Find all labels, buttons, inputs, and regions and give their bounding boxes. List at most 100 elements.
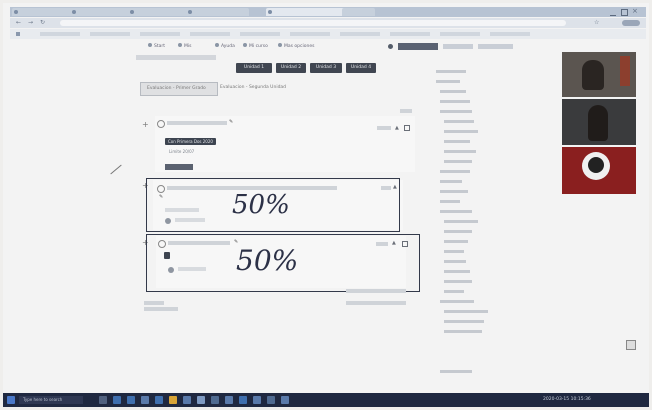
nav-link[interactable]: Start <box>148 42 165 51</box>
bookmark-item[interactable] <box>90 32 130 36</box>
app-icon[interactable] <box>183 396 191 404</box>
sidebar-item[interactable] <box>440 190 468 193</box>
sidebar-item[interactable] <box>444 280 472 283</box>
taskbar-search[interactable]: Type here to search <box>19 396 83 404</box>
app-icon[interactable] <box>113 396 121 404</box>
maximize-icon[interactable] <box>621 9 628 16</box>
app-icon[interactable] <box>127 396 135 404</box>
nav-link[interactable]: Mis <box>178 42 191 51</box>
activity-action-button[interactable] <box>165 164 193 170</box>
sidebar-item[interactable] <box>444 260 466 263</box>
nav-link[interactable]: Mas opciones <box>278 42 314 51</box>
sidebar-item[interactable] <box>440 370 472 373</box>
sidebar-item[interactable] <box>440 300 474 303</box>
video-tile[interactable] <box>562 147 636 194</box>
bookmark-item[interactable] <box>140 32 180 36</box>
nav-link[interactable]: Ayuda <box>215 42 235 51</box>
settings-gear-icon[interactable] <box>388 44 393 49</box>
checkbox-icon[interactable] <box>404 125 410 131</box>
bookmark-item[interactable] <box>440 32 480 36</box>
app-icon[interactable] <box>211 396 219 404</box>
bookmark-item[interactable] <box>240 32 280 36</box>
sidebar-item[interactable] <box>444 140 470 143</box>
sidebar-item[interactable] <box>444 270 470 273</box>
video-tile[interactable] <box>562 52 636 97</box>
close-icon[interactable]: × <box>632 7 638 15</box>
edit-icon[interactable]: ✎ <box>229 119 233 125</box>
bookmark-item[interactable] <box>40 32 80 36</box>
sidebar-item[interactable] <box>440 200 460 203</box>
sidebar-item[interactable] <box>444 290 464 293</box>
sidebar-item[interactable] <box>440 170 470 173</box>
nav-link[interactable]: Mi curso <box>243 42 268 51</box>
sidebar-item[interactable] <box>436 80 460 83</box>
sidebar-item[interactable] <box>444 240 468 243</box>
bookmark-item[interactable] <box>340 32 380 36</box>
edit-menu-link[interactable] <box>377 126 391 130</box>
browser-tab-active[interactable] <box>266 8 347 16</box>
url-field[interactable] <box>60 20 566 26</box>
plus-icon[interactable]: + <box>142 120 149 129</box>
bookmark-item[interactable] <box>490 32 530 36</box>
sidebar-item[interactable] <box>440 180 462 183</box>
activity-title[interactable] <box>167 121 227 125</box>
sidebar-item[interactable] <box>436 70 466 73</box>
app-icon[interactable] <box>267 396 275 404</box>
app-icon[interactable] <box>197 396 205 404</box>
back-icon[interactable]: ← <box>16 19 21 26</box>
unit-tab-2[interactable]: Unidad 2 <box>276 63 306 73</box>
video-tile[interactable] <box>562 99 636 145</box>
unit-tab-3[interactable]: Unidad 3 <box>310 63 342 73</box>
prev-section-name[interactable] <box>144 307 178 311</box>
user-menu-button[interactable] <box>398 43 438 50</box>
app-icon[interactable] <box>281 396 289 404</box>
browser-tab[interactable] <box>128 8 191 16</box>
minimize-icon[interactable] <box>610 9 616 16</box>
sidebar-item[interactable] <box>444 160 472 163</box>
star-icon[interactable]: ☆ <box>594 19 599 26</box>
sidebar-item[interactable] <box>444 250 464 253</box>
section-edit-link[interactable] <box>400 109 412 113</box>
bookmark-item[interactable] <box>290 32 330 36</box>
folder-icon[interactable] <box>169 396 177 404</box>
restrict-access-link[interactable] <box>346 289 406 293</box>
task-view-icon[interactable] <box>99 396 107 404</box>
bookmark-item[interactable] <box>190 32 230 36</box>
sidebar-item[interactable] <box>440 110 472 113</box>
browser-tab[interactable] <box>186 8 249 16</box>
sidebar-item[interactable] <box>444 320 484 323</box>
app-icon[interactable] <box>239 396 247 404</box>
prev-section-link[interactable] <box>144 301 164 305</box>
sidebar-item[interactable] <box>440 90 466 93</box>
new-tab-button[interactable] <box>342 8 375 16</box>
app-icon[interactable] <box>225 396 233 404</box>
next-section-link[interactable] <box>346 301 406 305</box>
reload-icon[interactable]: ↻ <box>40 19 45 26</box>
profile-avatar[interactable] <box>622 20 640 26</box>
bookmark-item[interactable] <box>390 32 430 36</box>
window-controls[interactable]: × <box>610 7 640 16</box>
sidebar-item[interactable] <box>444 150 476 153</box>
system-clock[interactable]: 2020-03-15 10:15:36 <box>543 396 591 404</box>
sidebar-item[interactable] <box>440 210 472 213</box>
unit-tab-4[interactable]: Unidad 4 <box>346 63 376 73</box>
sidebar-item[interactable] <box>444 330 482 333</box>
sidebar-item[interactable] <box>440 100 470 103</box>
edit-mode-toggle[interactable] <box>478 44 513 49</box>
apps-icon[interactable] <box>16 32 20 36</box>
sidebar-item[interactable] <box>444 230 472 233</box>
browser-tab[interactable] <box>70 8 133 16</box>
chat-icon[interactable] <box>626 340 636 350</box>
subtab-primer-grado[interactable]: Evaluacion - Primer Grado <box>140 82 218 96</box>
sidebar-item[interactable] <box>444 120 474 123</box>
sidebar-item[interactable] <box>444 310 488 313</box>
unit-tab-1[interactable]: Unidad 1 <box>236 63 272 73</box>
browser-tab[interactable] <box>12 8 75 16</box>
sidebar-item[interactable] <box>444 220 478 223</box>
app-icon[interactable] <box>253 396 261 404</box>
notifications-link[interactable] <box>443 44 473 49</box>
subtab-segunda-unidad[interactable]: Evaluacion - Segunda Unidad <box>220 82 310 94</box>
app-icon[interactable] <box>155 396 163 404</box>
app-icon[interactable] <box>141 396 149 404</box>
start-icon[interactable] <box>7 396 15 404</box>
